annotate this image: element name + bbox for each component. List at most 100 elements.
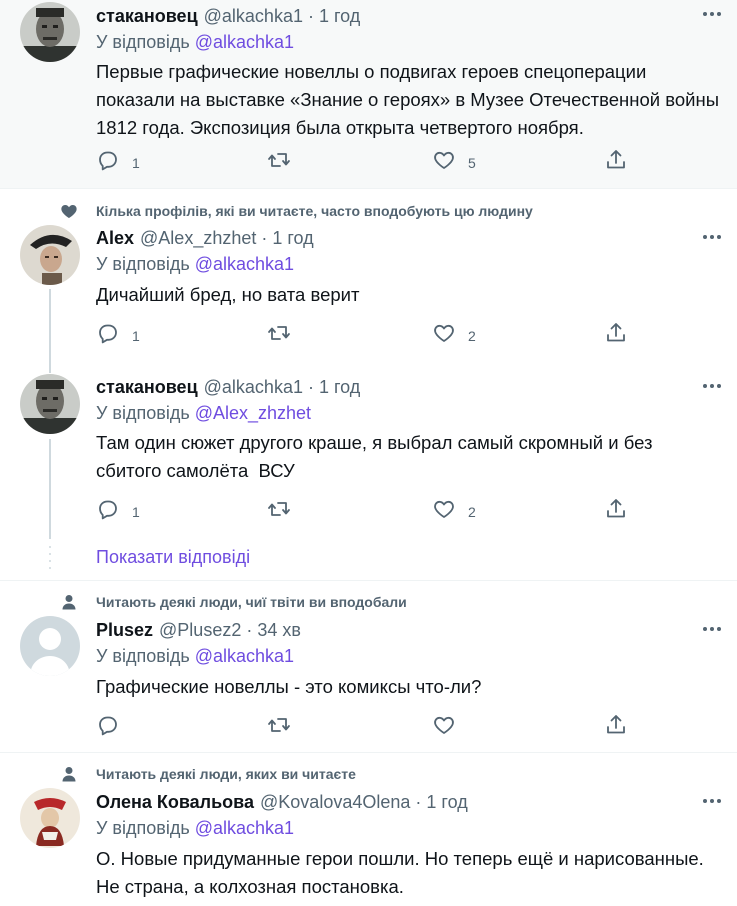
retweet-icon: [268, 718, 290, 732]
thread-connector: [49, 439, 51, 539]
tweet-stakanovets-1[interactable]: стакановец @alkachka1 · 1 год У відповід…: [0, 0, 737, 188]
replying-to-mention[interactable]: @alkachka1: [195, 646, 294, 666]
retweet-button[interactable]: [267, 148, 303, 172]
more-options-button[interactable]: [701, 3, 723, 25]
person-icon: [62, 595, 76, 610]
author-handle[interactable]: @Plusez2: [159, 620, 241, 641]
share-button[interactable]: [604, 148, 628, 172]
avatar-stakanovets[interactable]: [20, 374, 80, 434]
more-options-button[interactable]: [701, 375, 723, 397]
tweet-text: Первые графические новеллы о подвигах ге…: [96, 58, 730, 142]
more-options-button[interactable]: [701, 226, 723, 248]
like-button[interactable]: 2: [432, 497, 476, 521]
show-replies-row[interactable]: Показати відповіді: [0, 539, 737, 579]
tweet-text: О. Новые придуманные герои пошли. Но теп…: [96, 845, 730, 901]
timestamp[interactable]: 1 год: [272, 228, 313, 249]
tweet-stakanovets-2[interactable]: стакановец @alkachka1 · 1 год У відповід…: [0, 369, 737, 539]
share-icon: [607, 499, 625, 518]
tweet-header: стакановец @alkachka1 · 1 год: [96, 4, 360, 28]
reply-button[interactable]: [96, 713, 132, 737]
more-icon: [703, 627, 721, 631]
tweet-header: Alex @Alex_zhzhet · 1 год: [96, 226, 314, 250]
replying-to: У відповідь @alkachka1: [96, 818, 294, 839]
author-name[interactable]: стакановец: [96, 6, 198, 27]
replying-to-label: У відповідь: [96, 32, 190, 52]
author-handle[interactable]: @Alex_zhzhet: [140, 228, 256, 249]
reply-button[interactable]: 1: [96, 321, 140, 345]
reply-button[interactable]: 1: [96, 148, 140, 172]
tweet-text: Графические новеллы - это комиксы что-ли…: [96, 673, 730, 701]
replying-to: У відповідь @Alex_zhzhet: [96, 403, 311, 424]
retweet-icon: [268, 153, 290, 167]
retweet-button[interactable]: [267, 321, 303, 345]
replying-to-mention[interactable]: @alkachka1: [195, 818, 294, 838]
timestamp[interactable]: 34 хв: [257, 620, 301, 641]
author-name[interactable]: Олена Ковальова: [96, 792, 254, 813]
social-context: Читають деякі люди, чиї твіти ви вподоба…: [96, 594, 407, 610]
reply-icon: [99, 500, 117, 520]
avatar-plusez[interactable]: [20, 616, 80, 676]
replying-to-label: У відповідь: [96, 403, 190, 423]
tweet-text-line: сбитого самолёта ВСУ: [96, 460, 295, 481]
share-button[interactable]: [604, 321, 628, 345]
social-context: Кілька профілів, які ви читаєте, часто в…: [96, 203, 533, 219]
tweet-text-line: 1812 года. Экспозиция была открыта четве…: [96, 117, 584, 138]
timestamp[interactable]: 1 год: [319, 377, 360, 398]
tweet-header: Олена Ковальова @Kovalova4Olena · 1 год: [96, 790, 468, 814]
tweet-text-line: Графические новеллы - это комиксы что-ли…: [96, 676, 482, 697]
replying-to-mention[interactable]: @alkachka1: [195, 254, 294, 274]
tweet-text-line: Дичайший бред, но вата верит: [96, 284, 360, 305]
replying-to-label: У відповідь: [96, 646, 190, 666]
share-button[interactable]: [604, 713, 628, 737]
heart-icon: [434, 324, 454, 342]
author-handle[interactable]: @alkachka1: [204, 6, 303, 27]
replying-to: У відповідь @alkachka1: [96, 32, 294, 53]
tweet-header: Plusez @Plusez2 · 34 хв: [96, 618, 301, 642]
reply-count: 1: [132, 155, 140, 171]
separator-dot: ·: [415, 791, 422, 812]
show-replies-link[interactable]: Показати відповіді: [96, 547, 250, 568]
tweet-text-line: Не страна, а колхозная постановка.: [96, 876, 404, 897]
share-icon: [607, 715, 625, 734]
author-handle[interactable]: @Kovalova4Olena: [260, 792, 410, 813]
avatar-alex[interactable]: [20, 225, 80, 285]
more-icon: [703, 384, 721, 388]
author-name[interactable]: Plusez: [96, 620, 153, 641]
like-button[interactable]: 2: [432, 321, 476, 345]
replying-to-label: У відповідь: [96, 254, 190, 274]
person-icon: [62, 767, 76, 782]
tweet-alex[interactable]: Кілька профілів, які ви читаєте, часто в…: [0, 189, 737, 369]
avatar-stakanovets[interactable]: [20, 2, 80, 62]
share-icon: [607, 150, 625, 169]
author-name[interactable]: стакановец: [96, 377, 198, 398]
reply-icon: [99, 324, 117, 344]
reply-button[interactable]: 1: [96, 497, 140, 521]
retweet-button[interactable]: [267, 713, 303, 737]
retweet-button[interactable]: [267, 497, 303, 521]
tweet-text: Дичайший бред, но вата верит: [96, 281, 730, 309]
more-icon: [703, 235, 721, 239]
thread-connector: [49, 369, 51, 373]
more-options-button[interactable]: [701, 790, 723, 812]
avatar-olena[interactable]: [20, 788, 80, 848]
more-options-button[interactable]: [701, 618, 723, 640]
tweet-text-line: Первые графические новеллы о подвигах ге…: [96, 61, 647, 82]
timestamp[interactable]: 1 год: [426, 792, 467, 813]
thread-connector: [49, 289, 51, 369]
reply-icon: [99, 716, 117, 736]
like-button[interactable]: 5: [432, 148, 476, 172]
author-name[interactable]: Alex: [96, 228, 134, 249]
like-button[interactable]: [432, 713, 468, 737]
author-handle[interactable]: @alkachka1: [204, 377, 303, 398]
tweet-actions: 1 2: [96, 321, 626, 345]
reply-count: 1: [132, 328, 140, 344]
tweet-text-line: Там один сюжет другого краше, я выбрал с…: [96, 432, 653, 453]
like-count: 5: [468, 155, 476, 171]
replying-to-mention[interactable]: @Alex_zhzhet: [195, 403, 311, 423]
replying-to-mention[interactable]: @alkachka1: [195, 32, 294, 52]
retweet-icon: [268, 502, 290, 516]
timestamp[interactable]: 1 год: [319, 6, 360, 27]
share-button[interactable]: [604, 497, 628, 521]
tweet-olena[interactable]: Читають деякі люди, яких ви читаєте Олен…: [0, 753, 737, 906]
tweet-plusez[interactable]: Читають деякі люди, чиї твіти ви вподоба…: [0, 581, 737, 752]
